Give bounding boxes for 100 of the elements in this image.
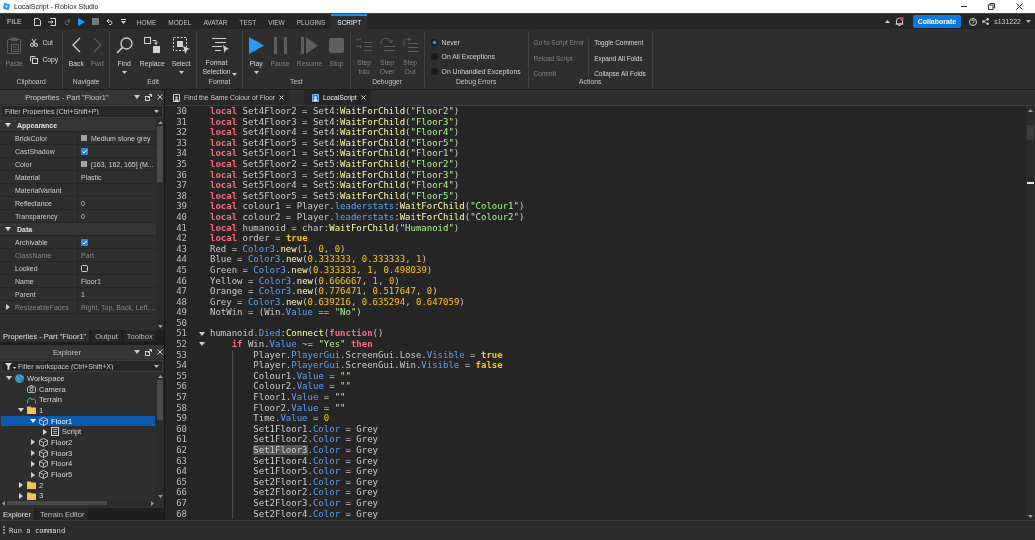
undo-icon[interactable] bbox=[105, 18, 114, 25]
line-number: 40 bbox=[175, 211, 187, 223]
code-line: local Set4Floor4 = Set4:WaitForChild("Floor4") bbox=[210, 127, 460, 138]
caret-right-icon[interactable] bbox=[31, 471, 35, 478]
scroll-down-arrow-icon[interactable] bbox=[157, 325, 163, 328]
line-number: 61 bbox=[175, 434, 187, 445]
line-number: 57 bbox=[175, 392, 187, 403]
code-line: local order = true bbox=[210, 233, 308, 244]
checkbox-icon[interactable] bbox=[81, 264, 88, 272]
undock-icon[interactable] bbox=[145, 348, 152, 356]
code-line: local Set5Floor2 = Set5:WaitForChild("Floor2") bbox=[210, 158, 460, 170]
fold-caret-icon[interactable] bbox=[199, 331, 205, 336]
filter-funnel-icon[interactable] bbox=[5, 362, 16, 370]
code-line: humanoid.Died:Connect(function() bbox=[210, 328, 384, 339]
undock-icon[interactable] bbox=[145, 93, 152, 101]
help-icon[interactable] bbox=[969, 17, 978, 26]
caret-right-icon[interactable] bbox=[43, 428, 47, 435]
scrollbar-track[interactable] bbox=[0, 500, 156, 506]
line-number: 63 bbox=[175, 455, 187, 467]
drag-handle-icon[interactable] bbox=[3, 526, 5, 534]
fold-caret-icon[interactable] bbox=[199, 342, 205, 347]
customize-caret-icon[interactable] bbox=[120, 19, 126, 24]
dropdown-caret-icon[interactable] bbox=[253, 71, 259, 74]
cube-icon bbox=[39, 470, 48, 480]
dropdown-caret-icon[interactable] bbox=[231, 73, 237, 76]
caret-down-icon[interactable] bbox=[5, 227, 11, 231]
line-number: 42 bbox=[175, 233, 187, 244]
scrollbar-thumb[interactable] bbox=[157, 126, 163, 182]
swap-boxes-icon bbox=[144, 37, 161, 53]
dropdown-caret-icon[interactable] bbox=[178, 71, 184, 74]
cube-icon bbox=[39, 416, 48, 426]
mountain-icon bbox=[27, 395, 36, 404]
two-pages-icon bbox=[30, 55, 39, 64]
code-line: Set1Floor5.Color = Grey bbox=[253, 466, 378, 477]
scrollbar-track[interactable] bbox=[1026, 106, 1035, 520]
scroll-up-arrow-icon[interactable] bbox=[157, 375, 163, 378]
line-number: 55 bbox=[175, 370, 187, 382]
caret-down-icon[interactable] bbox=[134, 95, 140, 99]
line-number: 43 bbox=[175, 243, 187, 255]
restore-icon[interactable] bbox=[988, 3, 995, 10]
dropdown-caret-icon[interactable] bbox=[121, 71, 127, 74]
dropdown-caret-icon[interactable] bbox=[154, 110, 159, 113]
cube-icon bbox=[39, 459, 48, 469]
line-number: 52 bbox=[175, 339, 187, 350]
bell-icon[interactable] bbox=[894, 17, 904, 26]
position-marker-icon bbox=[1027, 182, 1034, 184]
caret-down-icon[interactable] bbox=[18, 408, 24, 413]
code-line: Set1Floor1.Color = Grey bbox=[253, 423, 378, 435]
lines-cursor-icon bbox=[210, 36, 229, 53]
line-number: 62 bbox=[175, 445, 187, 456]
scroll-left-arrow-icon[interactable] bbox=[2, 500, 5, 506]
caret-right-icon[interactable] bbox=[31, 439, 35, 446]
caret-right-icon[interactable] bbox=[19, 482, 23, 489]
line-number: 45 bbox=[175, 264, 187, 276]
share-icon[interactable] bbox=[982, 18, 990, 25]
code-line: Yellow = Color3.new(0.666667, 1, 0) bbox=[210, 275, 400, 287]
play-icon[interactable] bbox=[77, 17, 85, 26]
code-line: local colour1 = Player.leaderstats:WaitForChild("Colour1") bbox=[210, 201, 525, 212]
checkbox-icon[interactable] bbox=[81, 147, 88, 155]
code-line: NotWin = (Win.Value == "No") bbox=[210, 307, 362, 318]
line-number: 56 bbox=[175, 381, 187, 393]
line-number: 49 bbox=[175, 307, 187, 318]
scroll-right-arrow-icon[interactable] bbox=[151, 500, 154, 506]
code-line: Set2Floor4.Color = Grey bbox=[253, 508, 378, 520]
caret-down-icon[interactable] bbox=[5, 123, 11, 127]
scroll-up-arrow-icon[interactable] bbox=[1028, 109, 1033, 112]
caret-right-icon[interactable] bbox=[19, 492, 23, 499]
arrow-out-lines-icon bbox=[402, 37, 419, 52]
line-number: 51 bbox=[175, 328, 187, 340]
scroll-down-arrow-icon[interactable] bbox=[1028, 515, 1033, 518]
line-number: 37 bbox=[175, 180, 187, 191]
collapse-caret-icon[interactable] bbox=[884, 20, 890, 23]
line-number: 66 bbox=[175, 487, 187, 498]
checkbox-icon[interactable] bbox=[81, 238, 88, 246]
caret-down-icon[interactable] bbox=[30, 419, 36, 424]
scrollbar-track[interactable] bbox=[156, 373, 164, 500]
page-arrow-icon[interactable] bbox=[47, 17, 56, 26]
scroll-down-arrow-icon[interactable] bbox=[157, 495, 163, 498]
caret-down-icon[interactable] bbox=[134, 350, 140, 354]
dropdown-caret-icon[interactable] bbox=[154, 364, 159, 368]
line-number: 65 bbox=[175, 476, 187, 488]
caret-right-icon[interactable] bbox=[31, 460, 35, 467]
scrollbar-track[interactable] bbox=[156, 119, 164, 330]
radio-icon[interactable] bbox=[430, 38, 438, 46]
caret-right-icon[interactable] bbox=[31, 450, 35, 457]
line-number: 31 bbox=[175, 116, 187, 128]
line-number: 60 bbox=[175, 423, 187, 435]
line-number: 41 bbox=[175, 222, 187, 234]
code-line: Set2Floor3.Color = Grey bbox=[253, 497, 378, 509]
scrollbar-thumb[interactable] bbox=[157, 380, 163, 420]
line-number: 50 bbox=[175, 317, 187, 329]
line-number: 54 bbox=[175, 360, 187, 371]
page-icon[interactable] bbox=[33, 17, 41, 26]
caret-down-icon[interactable] bbox=[6, 376, 12, 381]
close-icon[interactable] bbox=[1016, 3, 1023, 10]
line-number: 48 bbox=[175, 296, 187, 308]
caret-icon[interactable] bbox=[1026, 20, 1031, 23]
chevron-right-icon bbox=[92, 37, 102, 53]
scissors-icon bbox=[30, 38, 39, 47]
scroll-up-arrow-icon[interactable] bbox=[157, 121, 163, 124]
